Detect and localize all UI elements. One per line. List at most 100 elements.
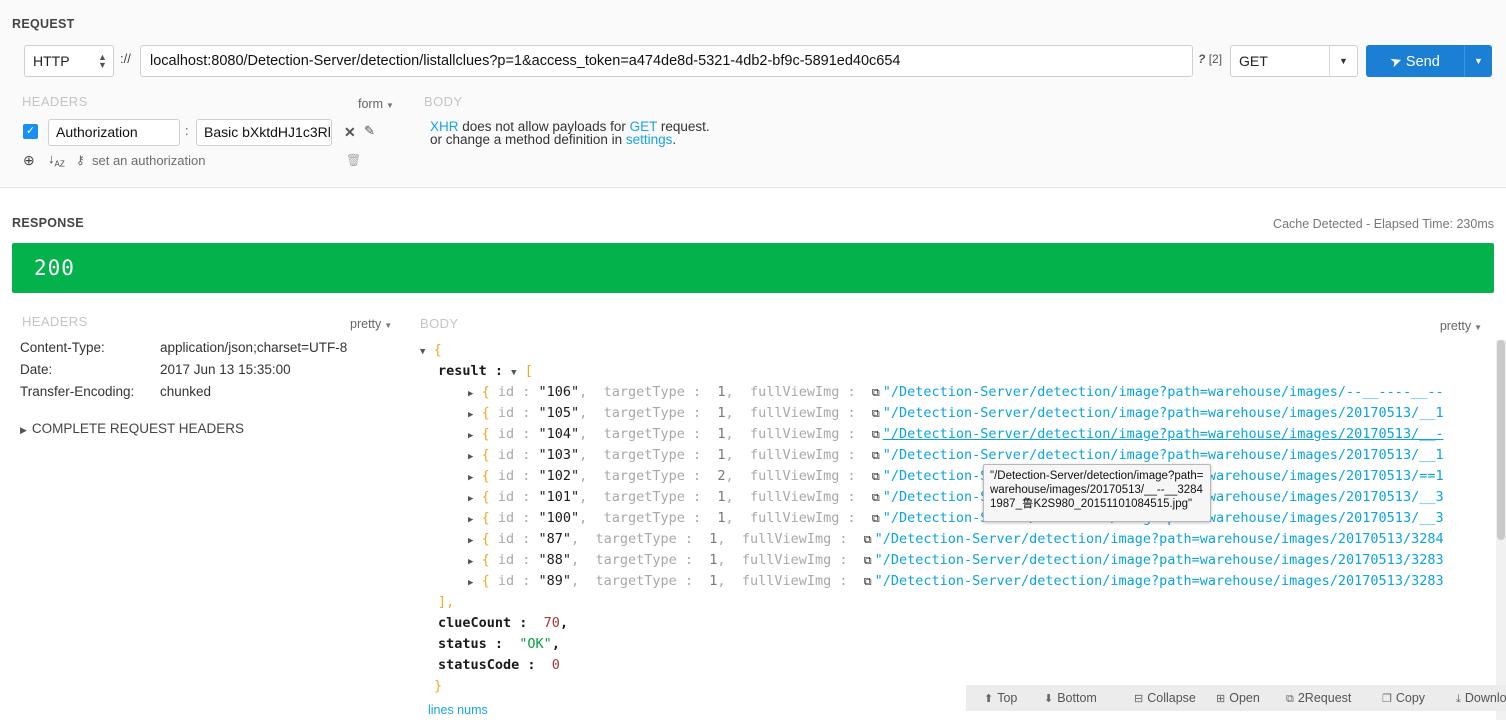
- response-headers-label: HEADERS: [22, 314, 88, 329]
- toolbar-item-label: Top: [997, 691, 1018, 705]
- row-fullviewimg-url[interactable]: "/Detection-Server/detection/image?path=…: [875, 573, 1444, 589]
- external-link-icon[interactable]: ⧉: [872, 512, 880, 525]
- row-fullviewimg-url[interactable]: "/Detection-Server/detection/image?path=…: [875, 552, 1444, 568]
- toolbar-item-label: Open: [1229, 691, 1260, 705]
- row-fullviewimg-url[interactable]: "/Detection-Server/detection/image?path=…: [883, 384, 1444, 400]
- chevron-right-icon[interactable]: ▶: [468, 510, 473, 531]
- json-body-viewer[interactable]: ▼ { result : ▼ [ ▶ { id : "106", targetT…: [420, 340, 1506, 720]
- method-select[interactable]: GET ▼: [1230, 45, 1358, 77]
- row-id-value: "102": [538, 468, 580, 484]
- row-open-brace: {: [481, 531, 490, 547]
- send-button[interactable]: ➤ Send: [1366, 45, 1464, 77]
- settings-link[interactable]: settings: [626, 132, 673, 147]
- row-open-brace: {: [481, 384, 490, 400]
- table-row: Date: 2017 Jun 13 15:35:00: [20, 362, 410, 384]
- json-result-row[interactable]: ▶ { id : "100", targetType : 1, fullView…: [420, 508, 1506, 529]
- json-result-row[interactable]: ▶ { id : "104", targetType : 1, fullView…: [420, 424, 1506, 445]
- json-result-row[interactable]: ▶ { id : "101", targetType : 1, fullView…: [420, 487, 1506, 508]
- external-link-icon[interactable]: ⧉: [864, 533, 872, 546]
- send-options-button[interactable]: ▼: [1464, 45, 1492, 77]
- json-result-row[interactable]: ▶ { id : "89", targetType : 1, fullViewI…: [420, 571, 1506, 592]
- bottom-icon: ⬇: [1044, 693, 1054, 705]
- toolbar-open-button[interactable]: ⊞ Open: [1216, 685, 1260, 711]
- response-section-title: RESPONSE: [12, 216, 84, 230]
- body-vertical-scrollbar[interactable]: [1496, 340, 1506, 720]
- chevron-right-icon[interactable]: ▶: [468, 384, 473, 405]
- external-link-icon[interactable]: ⧉: [864, 575, 872, 588]
- lines-nums-link[interactable]: lines nums: [428, 703, 488, 717]
- row-fullviewimg-url[interactable]: "/Detection-Server/detection/image?path=…: [883, 447, 1444, 463]
- toolbar-bottom-button[interactable]: ⬇ Bottom: [1044, 685, 1097, 711]
- external-link-icon[interactable]: ⧉: [872, 428, 880, 441]
- close-brace: }: [434, 678, 443, 694]
- url-input[interactable]: localhost:8080/Detection-Server/detectio…: [140, 45, 1193, 77]
- json-result-row[interactable]: ▶ { id : "102", targetType : 2, fullView…: [420, 466, 1506, 487]
- json-result-row[interactable]: ▶ { id : "106", targetType : 1, fullView…: [420, 382, 1506, 403]
- sort-az-icon[interactable]: ↓AZ: [48, 151, 65, 169]
- table-row: Content-Type: application/json;charset=U…: [20, 340, 410, 362]
- status-key: status: [438, 636, 487, 652]
- json-line-status: status : "OK",: [438, 636, 560, 652]
- chevron-right-icon[interactable]: ▶: [468, 468, 473, 489]
- toolbar-collapse-button[interactable]: ⊟ Collapse: [1134, 685, 1196, 711]
- row-id-value: "100": [538, 510, 580, 526]
- pencil-icon[interactable]: ✎: [364, 123, 375, 139]
- header-enabled-checkbox[interactable]: ✓: [23, 124, 38, 139]
- query-param-count[interactable]: ? [2]: [1198, 52, 1222, 66]
- query-param-badge: [2]: [1208, 52, 1223, 66]
- row-open-brace: {: [481, 405, 490, 421]
- complete-request-headers-label: COMPLETE REQUEST HEADERS: [31, 421, 244, 436]
- json-result-rows: ▶ { id : "106", targetType : 1, fullView…: [420, 382, 1506, 592]
- response-headers-format-dropdown[interactable]: pretty ▼: [350, 317, 392, 331]
- toolbar-item-label: Bottom: [1057, 691, 1097, 705]
- row-open-brace: {: [481, 552, 490, 568]
- chevron-right-icon[interactable]: ▶: [468, 447, 473, 468]
- chevron-right-icon[interactable]: ▶: [468, 489, 473, 510]
- toolbar-copy-button[interactable]: ❐ Copy: [1382, 685, 1425, 711]
- external-link-icon[interactable]: ⧉: [872, 449, 880, 462]
- add-header-icon[interactable]: ⊕: [23, 152, 35, 169]
- row-fullviewimg-key: fullViewImg: [749, 426, 840, 442]
- row-fullviewimg-url[interactable]: "/Detection-Server/detection/image?path=…: [883, 426, 1444, 442]
- external-link-icon[interactable]: ⧉: [872, 407, 880, 420]
- row-fullviewimg-url[interactable]: "/Detection-Server/detection/image?path=…: [883, 405, 1444, 421]
- row-fullviewimg-key: fullViewImg: [749, 447, 840, 463]
- key-icon[interactable]: ⚷: [76, 153, 85, 167]
- row-targettype-key: targetType: [603, 510, 685, 526]
- json-result-row[interactable]: ▶ { id : "105", targetType : 1, fullView…: [420, 403, 1506, 424]
- toolbar-2request-button[interactable]: ⧉ 2Request: [1286, 685, 1351, 711]
- 2request-icon: ⧉: [1286, 693, 1294, 705]
- set-authorization-link[interactable]: set an authorization: [92, 153, 205, 168]
- external-link-icon[interactable]: ⧉: [872, 386, 880, 399]
- json-result-row[interactable]: ▶ { id : "87", targetType : 1, fullViewI…: [420, 529, 1506, 550]
- json-result-row[interactable]: ▶ { id : "103", targetType : 1, fullView…: [420, 445, 1506, 466]
- row-id-key: id: [497, 405, 515, 421]
- header-colon: :: [185, 123, 189, 138]
- external-link-icon[interactable]: ⧉: [872, 491, 880, 504]
- complete-request-headers-toggle[interactable]: ▶ COMPLETE REQUEST HEADERS: [20, 421, 244, 436]
- chevron-right-icon[interactable]: ▶: [468, 531, 473, 552]
- json-result-row[interactable]: ▶ { id : "88", targetType : 1, fullViewI…: [420, 550, 1506, 571]
- chevron-right-icon[interactable]: ▶: [468, 552, 473, 573]
- header-name-input[interactable]: Authorization: [48, 119, 180, 146]
- response-body-format-dropdown[interactable]: pretty ▼: [1440, 319, 1482, 333]
- chevron-down-icon[interactable]: ▼: [420, 347, 425, 357]
- toolbar-download-button[interactable]: ⤓Download: [1456, 685, 1506, 711]
- external-link-icon[interactable]: ⧉: [864, 554, 872, 567]
- headers-format-dropdown[interactable]: form ▼: [358, 97, 394, 111]
- header-value-input[interactable]: Basic bXktdHJ1c3RlZ: [196, 119, 332, 146]
- row-targettype-key: targetType: [603, 426, 685, 442]
- response-headers-table: Content-Type: application/json;charset=U…: [20, 340, 410, 406]
- chevron-right-icon[interactable]: ▶: [468, 405, 473, 426]
- close-icon[interactable]: ✕: [344, 124, 356, 141]
- chevron-right-icon[interactable]: ▶: [468, 426, 473, 447]
- toolbar-top-button[interactable]: ⬆ Top: [984, 685, 1017, 711]
- external-link-icon[interactable]: ⧉: [872, 470, 880, 483]
- trash-icon[interactable]: 🗑: [346, 153, 361, 167]
- row-fullviewimg-url[interactable]: "/Detection-Server/detection/image?path=…: [875, 531, 1444, 547]
- protocol-select[interactable]: HTTP ▲ ▼: [24, 45, 114, 77]
- scrollbar-thumb[interactable]: [1497, 340, 1505, 540]
- status-bar: 200: [12, 243, 1494, 293]
- chevron-right-icon[interactable]: ▶: [468, 573, 473, 594]
- chevron-down-icon[interactable]: ▼: [511, 368, 516, 378]
